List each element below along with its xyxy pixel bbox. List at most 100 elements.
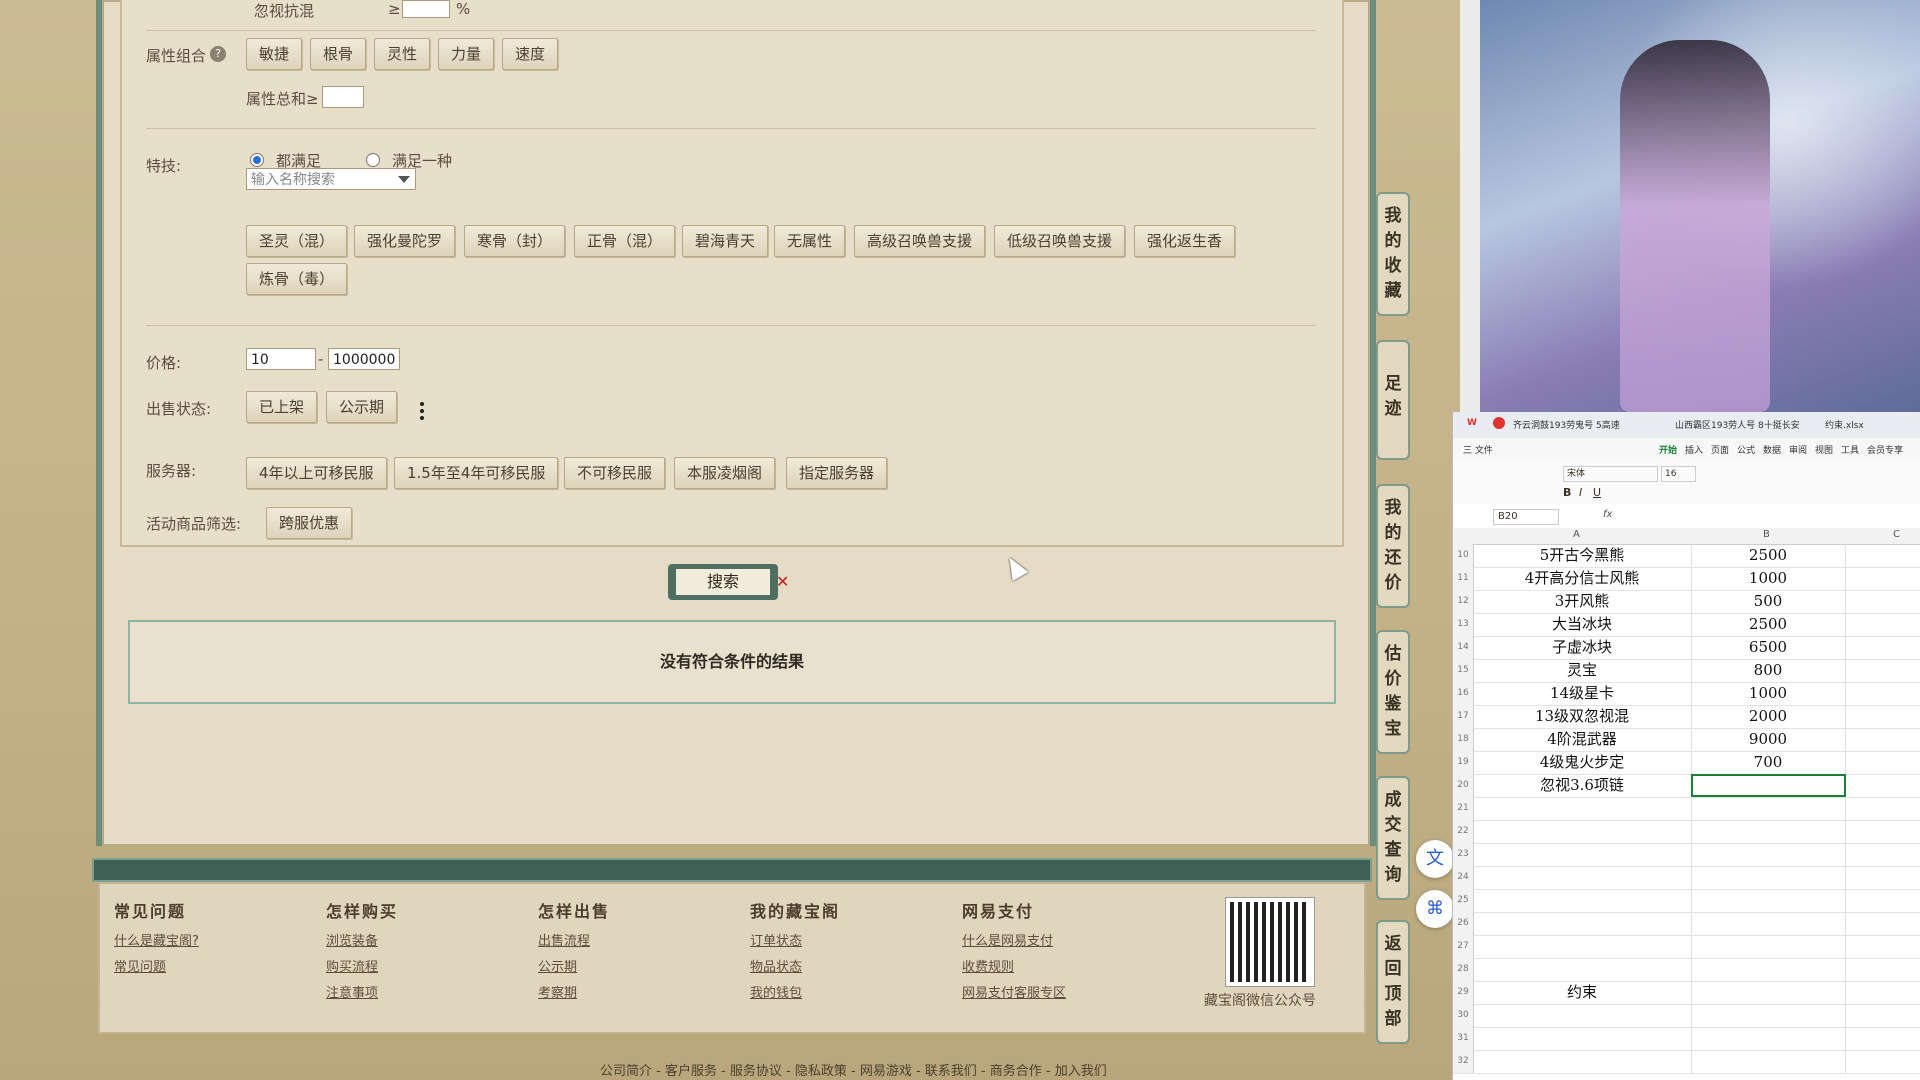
italic-icon[interactable]: I	[1579, 486, 1582, 499]
ignore-resist-input[interactable]	[402, 0, 450, 18]
skill-button[interactable]: 强化曼陀罗	[354, 225, 456, 257]
row-number[interactable]: 29	[1453, 981, 1474, 1004]
row-number[interactable]: 28	[1453, 958, 1474, 981]
cell-a[interactable]	[1473, 866, 1692, 889]
cell-b[interactable]	[1691, 797, 1846, 820]
help-icon[interactable]: ?	[210, 46, 226, 62]
cell-b[interactable]	[1691, 1050, 1846, 1073]
row-number[interactable]: 30	[1453, 1004, 1474, 1027]
cell-b[interactable]	[1691, 820, 1846, 843]
font-size-select[interactable]: 16	[1661, 466, 1696, 482]
column-header[interactable]: B	[1763, 529, 1770, 540]
row-number[interactable]: 13	[1453, 613, 1474, 636]
search-button[interactable]: 搜索	[668, 564, 778, 600]
attr-button-spirit[interactable]: 灵性	[374, 38, 431, 70]
menu-item[interactable]: 工具	[1841, 443, 1859, 456]
cell-a[interactable]	[1473, 797, 1692, 820]
cell-a[interactable]	[1473, 820, 1692, 843]
menu-item[interactable]: 数据	[1763, 443, 1781, 456]
row-number[interactable]: 27	[1453, 935, 1474, 958]
footer-link[interactable]: 什么是藏宝阁?	[114, 930, 199, 949]
cell-b[interactable]	[1691, 1004, 1846, 1027]
cell-b[interactable]	[1691, 935, 1846, 958]
cell-a[interactable]: 忽视3.6项链	[1473, 774, 1692, 797]
server-button[interactable]: 指定服务器	[786, 457, 888, 489]
cell-b[interactable]: 800	[1691, 659, 1846, 682]
cell-a[interactable]: 大当冰块	[1473, 613, 1692, 636]
cell-a[interactable]	[1473, 1050, 1692, 1073]
server-button[interactable]: 4年以上可移民服	[246, 457, 387, 489]
side-tab-favorites[interactable]: 我的收藏	[1376, 192, 1410, 316]
cell-b[interactable]: 2000	[1691, 705, 1846, 728]
skill-button[interactable]: 高级召唤兽支援	[854, 225, 986, 257]
cell-a[interactable]: 4阶混武器	[1473, 728, 1692, 751]
server-button[interactable]: 1.5年至4年可移民服	[394, 457, 559, 489]
row-number[interactable]: 16	[1453, 682, 1474, 705]
column-header[interactable]: C	[1893, 529, 1900, 540]
server-button[interactable]: 不可移民服	[564, 457, 666, 489]
row-number[interactable]: 22	[1453, 820, 1474, 843]
more-vertical-icon[interactable]	[420, 402, 424, 424]
cell-a[interactable]	[1473, 1027, 1692, 1050]
row-number[interactable]: 10	[1453, 544, 1474, 567]
menu-item[interactable]: 公式	[1737, 443, 1755, 456]
cell-b[interactable]	[1691, 866, 1846, 889]
footer-link[interactable]: 注意事项	[326, 982, 378, 1001]
row-number[interactable]: 17	[1453, 705, 1474, 728]
row-number[interactable]: 15	[1453, 659, 1474, 682]
row-number[interactable]: 24	[1453, 866, 1474, 889]
cell-ref-box[interactable]: B20	[1493, 509, 1559, 525]
network-icon[interactable]: ⌘	[1416, 890, 1454, 928]
attr-button-strength[interactable]: 力量	[438, 38, 495, 70]
column-header[interactable]: A	[1573, 529, 1580, 540]
row-number[interactable]: 11	[1453, 567, 1474, 590]
cell-a[interactable]: 13级双忽视混	[1473, 705, 1692, 728]
cell-a[interactable]: 3开风熊	[1473, 590, 1692, 613]
cell-a[interactable]: 4开高分信士风熊	[1473, 567, 1692, 590]
menu-item[interactable]: 插入	[1685, 443, 1703, 456]
pdf-icon[interactable]	[1493, 417, 1505, 429]
row-number[interactable]: 25	[1453, 889, 1474, 912]
row-number[interactable]: 32	[1453, 1050, 1474, 1073]
cell-b[interactable]: 2500	[1691, 544, 1846, 567]
footer-link[interactable]: 网易支付客服专区	[962, 982, 1066, 1001]
cell-a[interactable]	[1473, 1004, 1692, 1027]
side-tab-transactions[interactable]: 成交查询	[1376, 776, 1410, 900]
attr-button-constitution[interactable]: 根骨	[310, 38, 367, 70]
skill-button[interactable]: 低级召唤兽支援	[994, 225, 1126, 257]
skill-button[interactable]: 碧海青天	[682, 225, 769, 257]
cell-b[interactable]: 1000	[1691, 682, 1846, 705]
radio-any[interactable]	[366, 153, 380, 167]
skill-button[interactable]: 无属性	[774, 225, 846, 257]
cell-b[interactable]	[1691, 889, 1846, 912]
sale-status-listed[interactable]: 已上架	[246, 391, 318, 423]
scrollbar[interactable]	[1460, 0, 1481, 412]
cell-a[interactable]: 4级鬼火步定	[1473, 751, 1692, 774]
cell-a[interactable]: 约束	[1473, 981, 1692, 1004]
row-number[interactable]: 31	[1453, 1027, 1474, 1050]
cell-b[interactable]	[1691, 843, 1846, 866]
translate-icon[interactable]: 文	[1416, 840, 1454, 878]
cell-b[interactable]	[1691, 958, 1846, 981]
side-tab-history[interactable]: 足迹	[1376, 340, 1410, 460]
menu-item[interactable]: 视图	[1815, 443, 1833, 456]
skill-search-input[interactable]: 输入名称搜索	[246, 168, 416, 190]
chevron-down-icon[interactable]	[398, 176, 410, 183]
menu-item[interactable]: 开始	[1659, 443, 1677, 456]
cell-b[interactable]	[1691, 912, 1846, 935]
sheet-tab[interactable]: 齐云洞鼓193劳鬼号 5高速	[1513, 418, 1620, 431]
sheet-tab-active[interactable]: 约束.xlsx	[1825, 418, 1864, 431]
row-number[interactable]: 19	[1453, 751, 1474, 774]
sale-status-public[interactable]: 公示期	[326, 391, 398, 423]
menu-item[interactable]: 三 文件	[1463, 443, 1493, 456]
side-tab-my-bids[interactable]: 我的还价	[1376, 484, 1410, 608]
font-name-select[interactable]: 宋体	[1563, 466, 1658, 482]
activity-button-cross-server[interactable]: 跨服优惠	[266, 507, 353, 539]
cell-a[interactable]: 子虚冰块	[1473, 636, 1692, 659]
cell-a[interactable]	[1473, 935, 1692, 958]
server-button[interactable]: 本服凌烟阁	[674, 457, 776, 489]
row-number[interactable]: 20	[1453, 774, 1474, 797]
footer-link[interactable]: 公示期	[538, 956, 577, 975]
attr-button-agility[interactable]: 敏捷	[246, 38, 303, 70]
side-tab-back-to-top[interactable]: 返回顶部	[1376, 920, 1410, 1044]
